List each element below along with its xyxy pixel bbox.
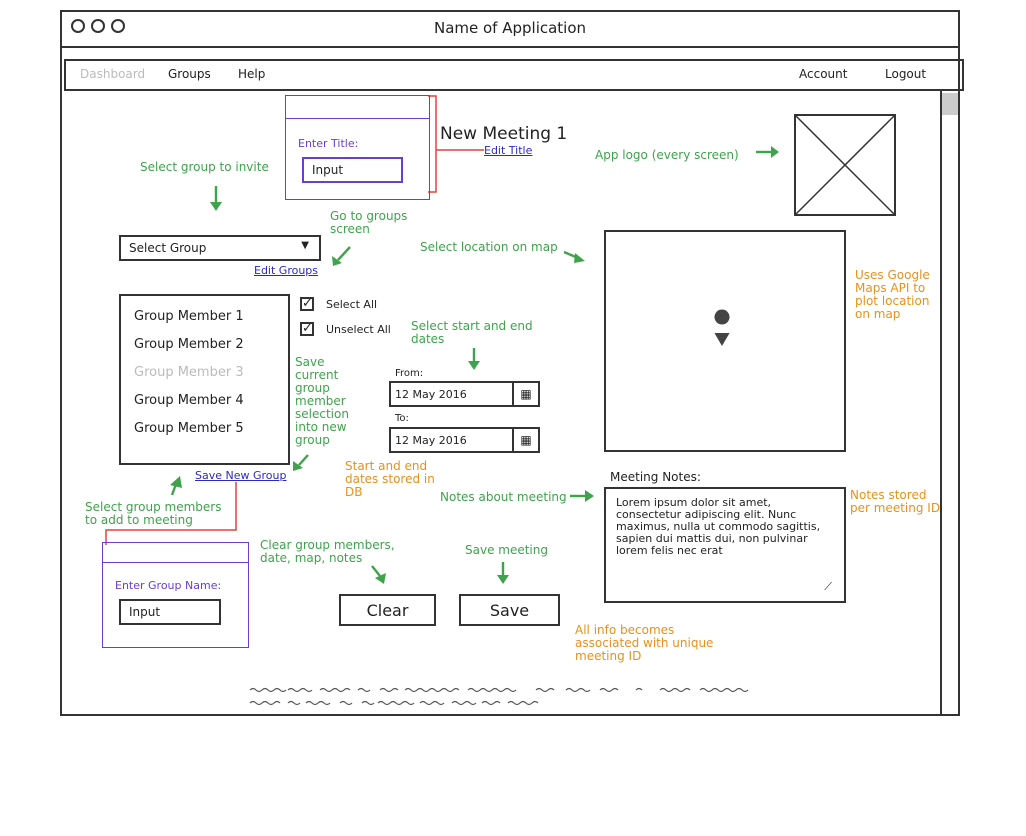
annotation-location: Select location on map (420, 240, 558, 254)
clear-button[interactable]: Clear (339, 594, 436, 626)
arrow-clear (371, 565, 381, 577)
arrow-select-members-head (170, 476, 182, 488)
calendar-icon[interactable]: ▦ (512, 383, 538, 405)
annotation-go-groups: Go to groups screen (330, 209, 408, 236)
save-new-group-link[interactable]: Save New Group (195, 469, 286, 482)
annotation-select-members: Select group members to add to meeting (85, 500, 222, 527)
title-panel-divider (285, 118, 430, 119)
annotation-save-selection: Save current group member selection into… (295, 355, 349, 447)
title-input[interactable]: Input (302, 157, 403, 183)
list-item[interactable]: Group Member 1 (134, 309, 244, 324)
group-select-dropdown[interactable]: Select Group ▼ (119, 235, 321, 261)
arrow-location-head (574, 253, 585, 263)
annotation-dates: Select start and end dates (411, 319, 533, 346)
select-all-label: Select All (326, 298, 378, 311)
resize-handle-icon[interactable]: ⟋ (824, 581, 832, 593)
to-date-label: To: (395, 413, 409, 424)
annotation-notes-stored: Notes stored per meeting ID (850, 488, 941, 515)
location-map[interactable] (604, 230, 846, 452)
arrow-notes-head (585, 490, 594, 502)
annotation-app-logo: App logo (every screen) (595, 148, 739, 162)
annotation-google-maps: Uses Google Maps API to plot location on… (855, 268, 930, 321)
annotation-dates-stored: Start and end dates stored in DB (345, 459, 435, 499)
arrow-save-head (497, 575, 509, 584)
list-item[interactable]: Group Member 4 (134, 393, 244, 408)
placeholder-text-line-1 (249, 687, 749, 693)
arrow-save-group (298, 454, 309, 466)
title-input-label: Enter Title: (298, 137, 359, 150)
group-name-label: Enter Group Name: (115, 579, 222, 592)
annotation-save: Save meeting (465, 543, 548, 557)
arrow-select-group-head (210, 202, 222, 211)
annotation-all-info: All info becomes associated with unique … (575, 623, 714, 663)
meeting-title: New Meeting 1 (440, 124, 568, 144)
arrow-clear-head (375, 573, 386, 584)
annotation-notes: Notes about meeting (440, 490, 567, 504)
group-name-panel-divider (102, 562, 249, 563)
annotation-select-group: Select group to invite (140, 160, 269, 174)
unselect-all-checkbox[interactable]: ✓ (300, 322, 314, 336)
list-item[interactable]: Group Member 3 (134, 365, 244, 380)
save-button[interactable]: Save (459, 594, 560, 626)
to-date-value: 12 May 2016 (395, 434, 467, 447)
placeholder-text-line-2 (249, 700, 539, 706)
from-date-picker[interactable]: 12 May 2016 ▦ (389, 381, 540, 407)
meeting-notes-textarea[interactable]: Lorem ipsum dolor sit amet, consectetur … (604, 487, 846, 603)
group-name-input[interactable]: Input (119, 599, 221, 625)
arrow-app-logo-head (771, 146, 779, 158)
arrow-dates-head (468, 361, 480, 370)
list-item[interactable]: Group Member 5 (134, 421, 244, 436)
edit-title-link[interactable]: Edit Title (484, 144, 532, 157)
edit-groups-link[interactable]: Edit Groups (254, 264, 318, 277)
from-date-label: From: (395, 368, 424, 379)
unselect-all-label: Unselect All (326, 323, 391, 336)
chevron-down-icon: ▼ (301, 240, 309, 251)
annotation-clear: Clear group members, date, map, notes (260, 538, 395, 565)
calendar-icon[interactable]: ▦ (512, 429, 538, 451)
group-name-panel (102, 542, 249, 648)
to-date-picker[interactable]: 12 May 2016 ▦ (389, 427, 540, 453)
list-item[interactable]: Group Member 2 (134, 337, 244, 352)
meeting-notes-label: Meeting Notes: (610, 470, 701, 484)
arrow-go-groups (337, 246, 351, 261)
group-select-value: Select Group (129, 241, 207, 255)
from-date-value: 12 May 2016 (395, 388, 467, 401)
meeting-notes-text: Lorem ipsum dolor sit amet, consectetur … (616, 496, 821, 557)
select-all-checkbox[interactable]: ✓ (300, 297, 314, 311)
